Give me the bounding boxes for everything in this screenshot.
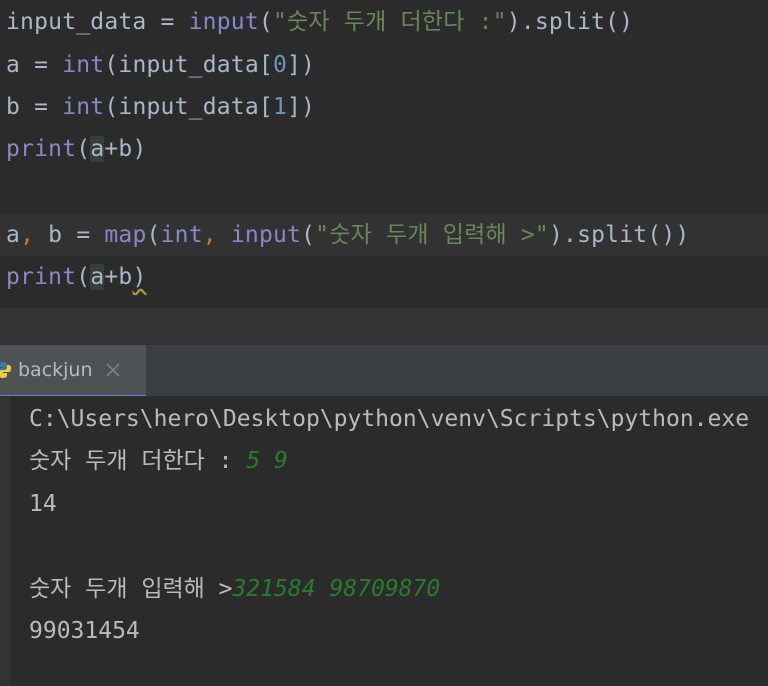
code-token-warning: ) — [132, 264, 147, 290]
code-token-builtin: int — [62, 94, 105, 120]
code-token: ]) — [287, 94, 316, 120]
code-editor[interactable]: input_data = input("숫자 두개 더한다 :").split(… — [0, 0, 768, 308]
code-token: (input_data[ — [104, 52, 273, 78]
code-token-builtin: print — [6, 264, 77, 290]
code-line-6[interactable]: a, b = map(int, input("숫자 두개 입력해 >").spl… — [6, 214, 689, 256]
code-token-punct: , — [20, 222, 49, 248]
code-token: ( — [76, 264, 91, 290]
console-line: 숫자 두개 더한다 : 5 9 — [29, 440, 288, 482]
code-line-4[interactable]: print(a+b) — [6, 128, 147, 170]
code-token: ]) — [287, 52, 316, 78]
console-output: 99031454 — [29, 618, 140, 644]
close-icon[interactable] — [104, 361, 122, 379]
code-token: (input_data[ — [104, 94, 273, 120]
code-token-builtin: int — [62, 52, 105, 78]
python-icon — [0, 362, 11, 378]
console-interpreter-path: C:\Users\hero\Desktop\python\venv\Script… — [29, 406, 750, 432]
code-token-builtin: print — [6, 136, 77, 162]
console-output: 14 — [29, 491, 57, 517]
console-left-strip — [0, 396, 10, 686]
code-token-highlighted: a — [90, 264, 105, 290]
code-line-2[interactable]: a = int(input_data[0]) — [6, 44, 315, 86]
code-token-builtin: int — [160, 222, 203, 248]
code-token: +b — [104, 264, 133, 290]
code-token: ).split()) — [548, 222, 690, 248]
code-token: a = — [6, 52, 63, 78]
code-token-builtin: input — [188, 9, 259, 35]
code-token: +b) — [104, 136, 147, 162]
code-token-string: "숫자 두개 입력해 >" — [315, 222, 549, 248]
code-token-builtin: input — [230, 222, 302, 248]
tab-backjun[interactable]: backjun — [0, 345, 146, 398]
code-token: ( — [76, 136, 91, 162]
console-line: 숫자 두개 입력해 >321584 98709870 — [29, 568, 440, 610]
code-token: ( — [146, 222, 161, 248]
code-token: a — [6, 222, 21, 248]
console-prompt: 숫자 두개 입력해 > — [29, 576, 233, 602]
console-user-input: 321584 98709870 — [232, 576, 441, 602]
run-console[interactable]: C:\Users\hero\Desktop\python\venv\Script… — [0, 396, 768, 686]
code-token: ( — [258, 9, 273, 35]
code-line-7[interactable]: print(a+b) — [6, 256, 147, 298]
tab-label: backjun — [18, 359, 93, 381]
console-prompt: 숫자 두개 더한다 : — [29, 448, 247, 474]
code-token-punct: , — [202, 222, 231, 248]
code-token-string: "숫자 두개 더한다 :" — [272, 9, 507, 35]
code-line-1[interactable]: input_data = input("숫자 두개 더한다 :").split(… — [6, 1, 633, 43]
panel-divider[interactable] — [0, 308, 768, 344]
code-token: input_data = — [6, 9, 189, 35]
code-line-3[interactable]: b = int(input_data[1]) — [6, 86, 315, 128]
code-token: b = — [6, 94, 63, 120]
console-user-input: 5 9 — [246, 448, 288, 474]
code-token-highlighted: a — [90, 136, 105, 162]
code-token: ( — [301, 222, 316, 248]
code-token: ).split() — [506, 9, 634, 35]
run-tool-window-tabs: backjun — [0, 344, 768, 398]
code-token-number: 1 — [272, 94, 287, 120]
code-token: b = — [48, 222, 105, 248]
code-token-builtin: map — [104, 222, 147, 248]
code-token-number: 0 — [272, 52, 287, 78]
